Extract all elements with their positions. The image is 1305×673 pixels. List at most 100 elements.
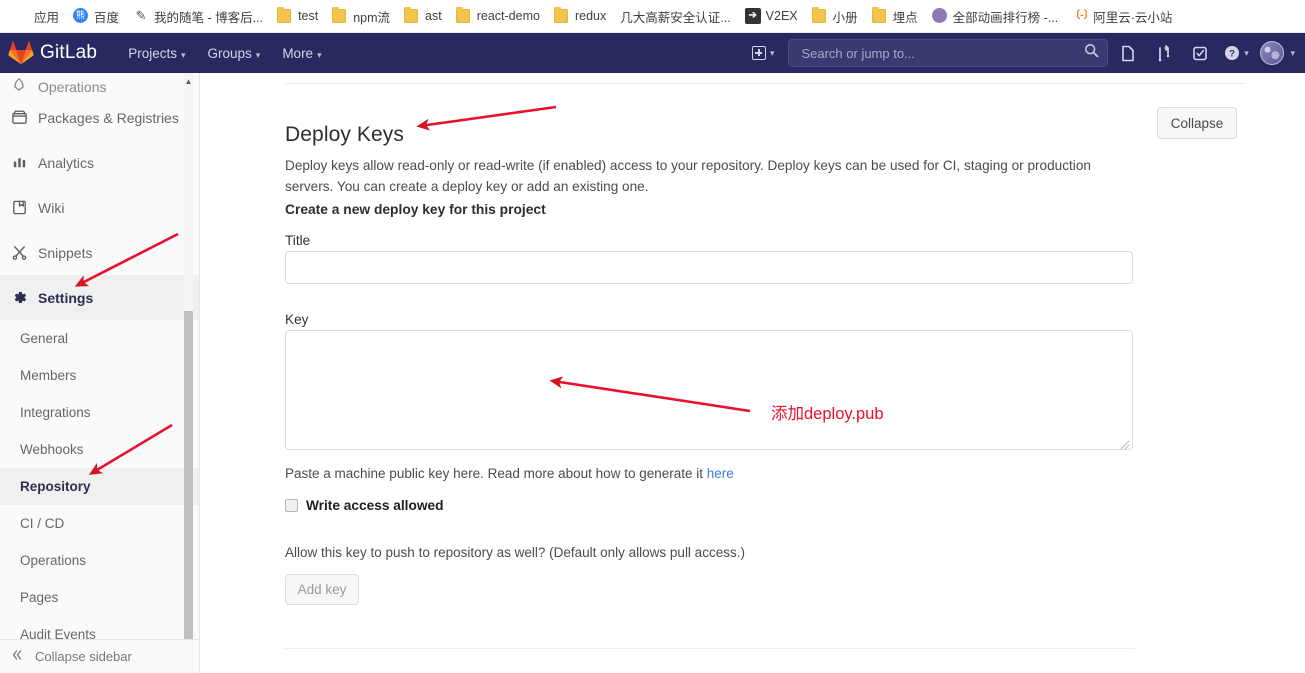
bookmark-item[interactable]: 应用 xyxy=(6,4,66,28)
sidebar-item-packages-registries[interactable]: Packages & Registries xyxy=(0,95,199,140)
bookmark-item[interactable]: 埋点 xyxy=(865,4,925,28)
search-input[interactable] xyxy=(799,44,1085,62)
annotation-label-deploy-pub: 添加deploy.pub xyxy=(771,405,884,423)
nav-item-projects-label: Projects xyxy=(128,45,177,61)
title-input[interactable] xyxy=(285,251,1133,284)
bookmark-item[interactable]: ast xyxy=(397,4,449,28)
section-top-divider xyxy=(285,83,1245,84)
bookmark-item[interactable]: 〔-〕 阿里云·云小站 xyxy=(1065,4,1179,28)
gitlab-brand-text: GitLab xyxy=(40,42,98,63)
bookmark-item[interactable]: 几大高薪安全认证... xyxy=(613,4,737,28)
deploy-keys-description: Deploy keys allow read-only or read-writ… xyxy=(285,157,1091,194)
sidebar-item-analytics[interactable]: Analytics xyxy=(0,140,199,185)
sidebar-item-members-label: Members xyxy=(20,368,77,383)
bookmark-item[interactable]: 熊百度 xyxy=(66,4,126,28)
paste-key-hint: Paste a machine public key here. Read mo… xyxy=(285,466,734,481)
aliyun-icon: 〔-〕 xyxy=(1070,10,1094,21)
sidebar-item-general-label: General xyxy=(20,331,69,346)
paste-key-hint-text: Paste a machine public key here. Read mo… xyxy=(285,466,707,481)
sidebar-item-wiki[interactable]: Wiki xyxy=(0,185,199,230)
folder-icon xyxy=(332,7,348,24)
title-field-label: Title xyxy=(285,233,311,248)
plus-square-icon xyxy=(751,46,766,60)
main-content: Deploy Keys Collapse Deploy keys allow r… xyxy=(200,73,1305,673)
user-menu-button[interactable]: ▾ xyxy=(1260,41,1295,65)
todos-icon[interactable] xyxy=(1184,37,1216,69)
write-access-row[interactable]: Write access allowed xyxy=(285,498,443,513)
add-key-button[interactable]: Add key xyxy=(285,574,359,605)
folder-icon xyxy=(553,7,570,24)
bookmark-label: 全部动画排行榜 -... xyxy=(952,10,1059,25)
rocket-icon xyxy=(10,77,28,95)
collapse-button[interactable]: Collapse xyxy=(1157,107,1237,139)
folder-icon xyxy=(277,7,293,24)
sidebar-item-webhooks[interactable]: Webhooks xyxy=(0,431,199,468)
bookmark-item[interactable]: 小册 xyxy=(805,4,865,28)
sidebar-item-operations[interactable]: Operations xyxy=(0,542,199,579)
double-chevron-left-icon xyxy=(10,648,26,665)
create-deploy-key-heading: Create a new deploy key for this project xyxy=(285,202,546,217)
baidu-icon: 熊 xyxy=(73,8,89,24)
gitlab-logo-link[interactable]: GitLab xyxy=(8,41,97,65)
sidebar-item-settings[interactable]: Settings xyxy=(0,275,199,320)
sidebar-item-operations-label: Operations xyxy=(38,79,107,95)
chevron-down-icon: ▾ xyxy=(769,47,775,58)
help-menu-button[interactable]: ? ▾ xyxy=(1220,37,1252,69)
generate-key-here-link[interactable]: here xyxy=(707,466,734,481)
key-textarea[interactable] xyxy=(286,331,1132,449)
collapse-sidebar-button[interactable]: Collapse sidebar xyxy=(0,639,199,673)
bookmark-label: 埋点 xyxy=(892,10,918,25)
sidebar-item-integrations[interactable]: Integrations xyxy=(0,394,199,431)
apps-grid-icon xyxy=(13,8,29,24)
bookmark-item[interactable]: npm流 xyxy=(325,4,397,28)
bookmark-item[interactable]: ➔ V2EX xyxy=(738,4,805,28)
svg-text:?: ? xyxy=(1229,49,1235,60)
sidebar-item-pages[interactable]: Pages xyxy=(0,579,199,616)
sidebar-item-webhooks-label: Webhooks xyxy=(20,442,84,457)
sidebar-scrollbar-thumb[interactable] xyxy=(184,311,193,663)
folder-icon xyxy=(871,7,888,24)
bookmark-item[interactable]: ✎ 我的随笔 - 博客后... xyxy=(126,4,270,28)
folder-icon xyxy=(455,7,472,24)
sidebar-item-repository[interactable]: Repository xyxy=(0,468,199,505)
sidebar-item-general[interactable]: General xyxy=(0,320,199,357)
bookmark-item[interactable]: redux xyxy=(547,4,613,28)
browser-bookmarks-bar: 应用熊百度 ✎ 我的随笔 - 博客后... test npm流 ast react-demo… xyxy=(0,0,1305,33)
bookmark-label: 我的随笔 - 博客后... xyxy=(154,10,264,25)
avatar xyxy=(1260,41,1285,65)
global-search-box[interactable] xyxy=(788,39,1109,67)
nav-item-groups[interactable]: Groups ▾ xyxy=(199,40,270,67)
write-access-label[interactable]: Write access allowed xyxy=(306,498,443,513)
bookmark-item[interactable]: test xyxy=(270,4,325,28)
nav-item-more-label: More xyxy=(282,45,314,61)
collapse-sidebar-label: Collapse sidebar xyxy=(35,649,132,664)
nav-item-projects[interactable]: Projects ▾ xyxy=(119,40,194,67)
sidebar-item-snippets[interactable]: Snippets xyxy=(0,230,199,275)
write-access-checkbox[interactable] xyxy=(285,499,298,512)
folder-icon xyxy=(811,7,828,24)
bookmark-label: npm流 xyxy=(353,10,391,25)
sidebar-item-ci-cd[interactable]: CI / CD xyxy=(0,505,199,542)
chevron-down-icon: ▾ xyxy=(255,49,261,60)
nav-item-more[interactable]: More ▾ xyxy=(273,40,330,67)
sidebar-item-operations-partial[interactable]: Operations xyxy=(0,73,199,95)
bookmark-label: 应用 xyxy=(34,10,60,25)
key-textarea-wrapper[interactable] xyxy=(285,330,1133,450)
key-field-label: Key xyxy=(285,312,309,327)
bookmark-label: 阿里云·云小站 xyxy=(1093,10,1173,25)
issues-icon[interactable] xyxy=(1112,37,1144,69)
new-item-menu-button[interactable]: ▾ xyxy=(746,42,781,64)
sidebar-item-integrations-label: Integrations xyxy=(20,405,91,420)
package-icon xyxy=(10,109,28,127)
sidebar-item-packages-registries-label: Packages & Registries xyxy=(38,109,179,126)
sidebar-item-settings-label: Settings xyxy=(38,289,94,306)
sidebar-item-ci-cd-label: CI / CD xyxy=(20,516,65,531)
sidebar-item-analytics-label: Analytics xyxy=(38,154,95,171)
bookmark-item[interactable]: 全部动画排行榜 -... xyxy=(925,4,1066,28)
merge-requests-icon[interactable] xyxy=(1148,37,1180,69)
book-icon xyxy=(10,199,28,217)
triangle-up-icon[interactable]: ▲ xyxy=(182,75,195,88)
bookmark-item[interactable]: react-demo xyxy=(449,4,547,28)
bookmark-label: V2EX xyxy=(765,9,798,23)
sidebar-item-members[interactable]: Members xyxy=(0,357,199,394)
